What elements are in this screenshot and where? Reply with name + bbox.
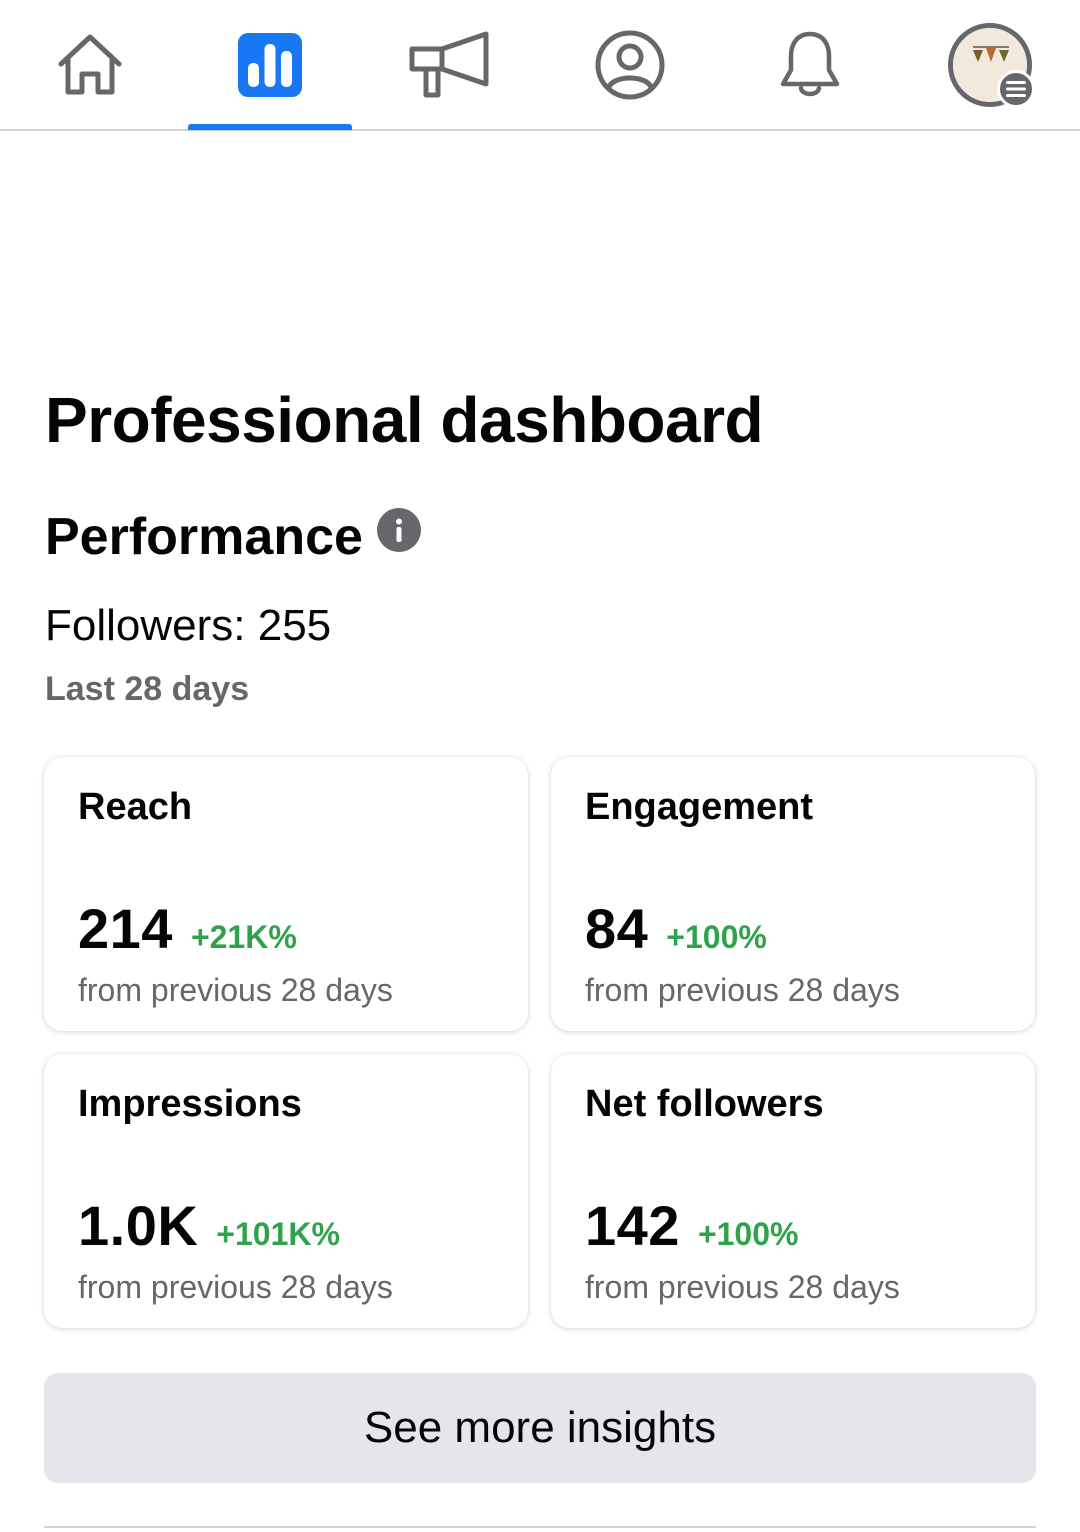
card-change: +21K% [190, 919, 297, 955]
card-value-row: 142 +100% [585, 1194, 798, 1258]
card-title: Engagement [585, 786, 814, 828]
see-more-insights-button[interactable]: See more insights [44, 1373, 1036, 1483]
card-subtitle: from previous 28 days [585, 1269, 900, 1305]
nav-ads[interactable] [368, 0, 532, 129]
megaphone-icon [409, 31, 489, 97]
period-label: Last 28 days [45, 670, 250, 708]
avatar [948, 22, 1035, 108]
card-value: 214 [78, 897, 173, 960]
nav-notifications[interactable] [728, 0, 892, 129]
bottom-divider [44, 1526, 1036, 1528]
impressions-card[interactable]: Impressions 1.0K +101K% from previous 28… [44, 1054, 528, 1328]
card-change: +100% [697, 1216, 799, 1252]
home-icon [58, 34, 122, 94]
card-value-row: 84 +100% [585, 897, 767, 961]
dashboard-bar-chart-icon [238, 32, 302, 97]
info-icon[interactable] [376, 508, 421, 552]
followers-count: Followers: 255 [45, 601, 332, 650]
engagement-card[interactable]: Engagement 84 +100% from previous 28 day… [551, 757, 1035, 1031]
nav-account-menu[interactable] [908, 0, 1072, 129]
nav-profile[interactable] [548, 0, 712, 129]
card-change: +100% [666, 919, 767, 955]
top-nav-bar [0, 0, 1080, 131]
card-value: 84 [585, 897, 649, 960]
bell-icon [780, 31, 840, 96]
nav-home[interactable] [8, 0, 172, 129]
avatar-menu-icon [997, 69, 1035, 108]
nav-professional-dashboard[interactable] [188, 0, 352, 130]
card-change: +101K% [216, 1216, 340, 1252]
card-value-row: 214 +21K% [78, 897, 297, 961]
card-value: 1.0K [78, 1194, 199, 1257]
card-title: Reach [78, 786, 193, 828]
card-value-row: 1.0K +101K% [78, 1194, 340, 1258]
card-title: Net followers [585, 1083, 824, 1125]
card-subtitle: from previous 28 days [78, 972, 393, 1008]
card-subtitle: from previous 28 days [78, 1269, 393, 1305]
profile-icon [595, 30, 665, 99]
professional-dashboard-page: Professional dashboard Performance Follo… [0, 0, 1080, 1532]
card-subtitle: from previous 28 days [585, 972, 900, 1008]
card-value: 142 [585, 1194, 680, 1257]
reach-card[interactable]: Reach 214 +21K% from previous 28 days [44, 757, 528, 1031]
performance-heading: Performance [45, 506, 421, 568]
page-title: Professional dashboard [45, 384, 764, 456]
net-followers-card[interactable]: Net followers 142 +100% from previous 28… [551, 1054, 1035, 1328]
performance-title: Performance [45, 508, 363, 566]
card-title: Impressions [78, 1083, 302, 1125]
